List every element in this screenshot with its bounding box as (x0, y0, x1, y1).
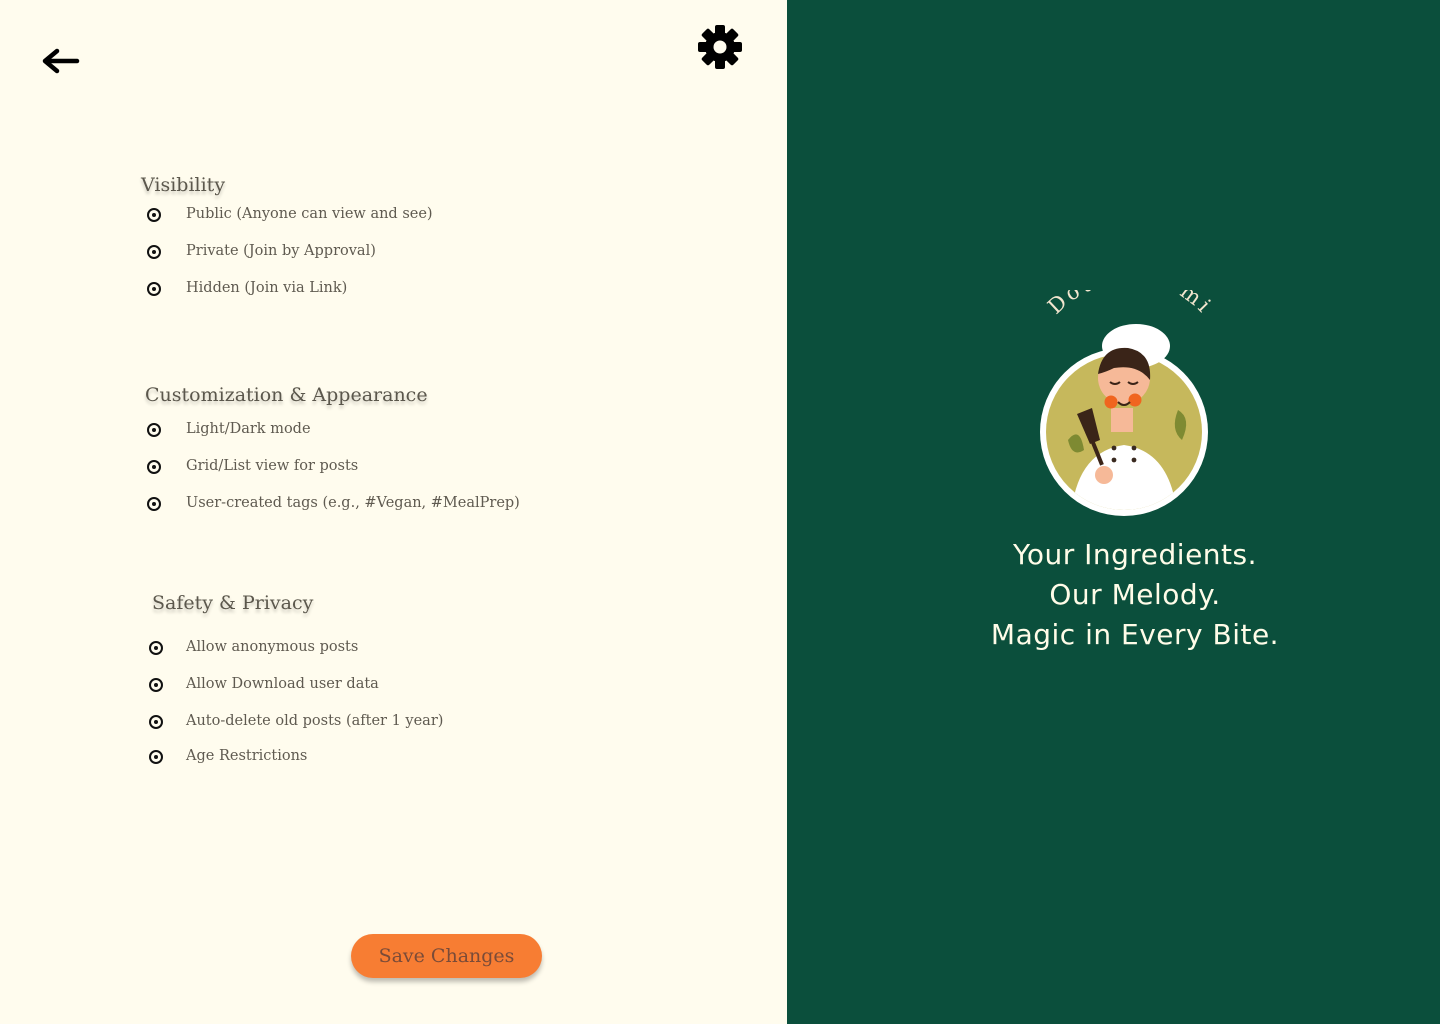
section-title-visibility: Visibility (141, 174, 226, 196)
svg-text:Dough-re-mi: Dough-re-mi (1043, 290, 1217, 319)
chef-logo: Dough-re-mi (1040, 290, 1217, 516)
arrow-left-icon (42, 48, 80, 74)
back-button[interactable] (40, 46, 80, 76)
option-label: Age Restrictions (186, 748, 308, 764)
radio-button[interactable] (147, 282, 161, 296)
tagline-line-1: Your Ingredients. (1012, 538, 1258, 571)
radio-button[interactable] (149, 715, 163, 729)
settings-panel: Visibility Public (Anyone can view and s… (0, 0, 787, 1024)
logo-text: Dough-re-mi (1043, 290, 1214, 319)
radio-button[interactable] (147, 497, 161, 511)
option-label: Private (Join by Approval) (186, 243, 376, 259)
radio-button[interactable] (147, 423, 161, 437)
option-label: Hidden (Join via Link) (186, 280, 348, 296)
section-title-customization: Customization & Appearance (145, 384, 428, 406)
option-label: Allow anonymous posts (186, 639, 359, 655)
section-title-safety-privacy: Safety & Privacy (152, 592, 314, 614)
option-label: Grid/List view for posts (186, 458, 359, 474)
option-label: User-created tags (e.g., #Vegan, #MealPr… (186, 495, 520, 511)
settings-button[interactable] (696, 23, 744, 71)
option-label: Light/Dark mode (186, 421, 311, 437)
tagline-line-3: Magic in Every Bite. (990, 618, 1280, 651)
option-label: Auto-delete old posts (after 1 year) (186, 713, 444, 729)
option-label: Allow Download user data (186, 676, 379, 692)
option-label: Public (Anyone can view and see) (186, 206, 433, 222)
radio-button[interactable] (149, 641, 163, 655)
tagline-line-2: Our Melody. (1049, 578, 1221, 611)
radio-button[interactable] (147, 245, 161, 259)
radio-button[interactable] (147, 208, 161, 222)
save-changes-button[interactable]: Save Changes (351, 934, 542, 978)
radio-button[interactable] (147, 460, 161, 474)
radio-button[interactable] (149, 678, 163, 692)
radio-button[interactable] (149, 750, 163, 764)
gear-icon (698, 25, 742, 69)
